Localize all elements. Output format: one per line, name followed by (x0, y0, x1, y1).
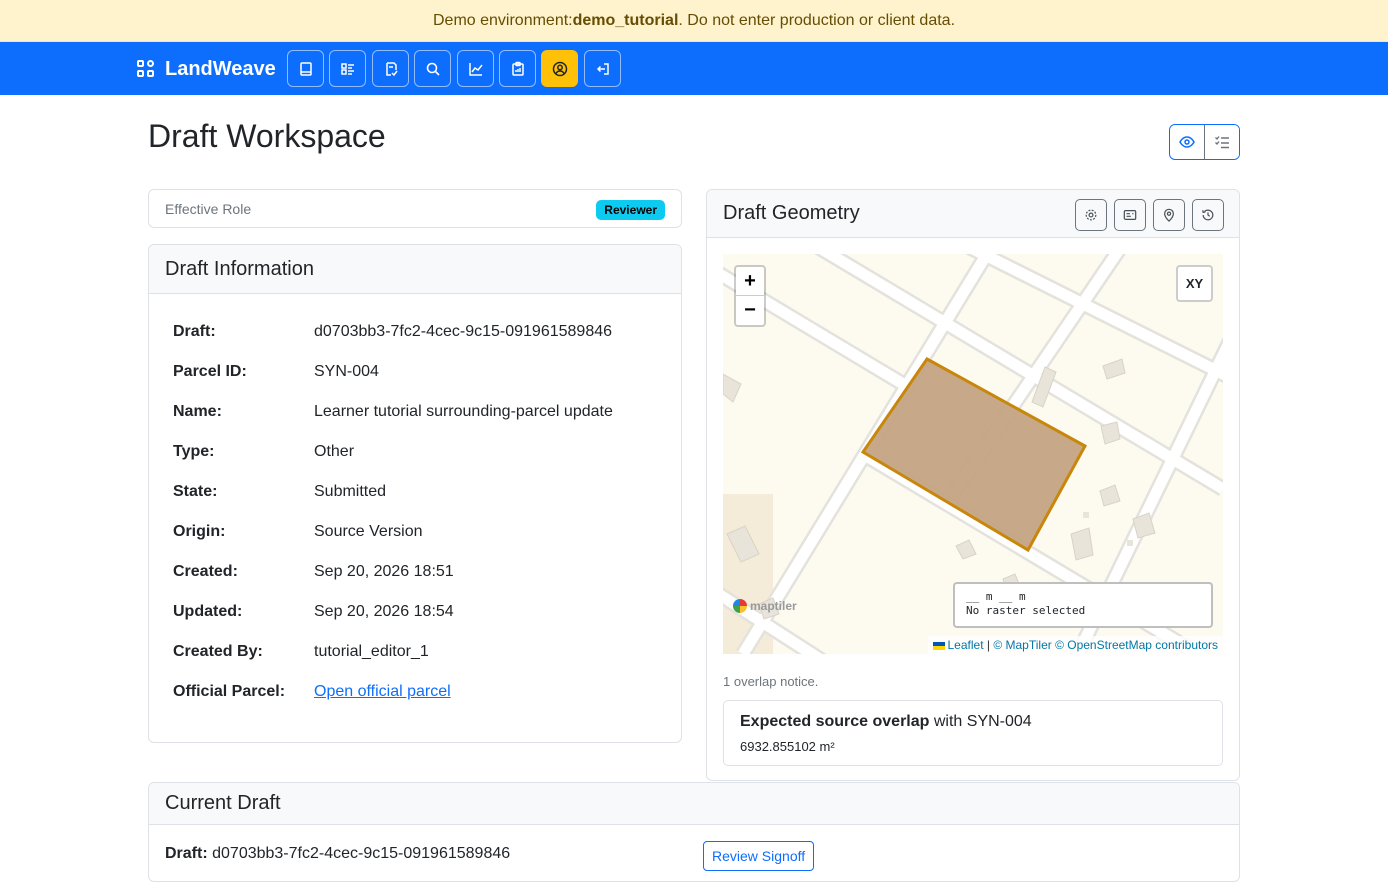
zoom-control: + − (734, 265, 766, 327)
effective-role-card: Effective Role Reviewer (148, 189, 682, 228)
draft-geometry-card: Draft Geometry + − XY __ m __ m No raste… (706, 189, 1240, 781)
info-label: Name: (173, 403, 222, 420)
effective-role-label: Effective Role (165, 201, 252, 217)
view-toggle-group (1169, 124, 1240, 160)
clipboard-icon (511, 61, 524, 76)
info-value: SYN-004 (314, 363, 379, 380)
map-view[interactable]: + − XY __ m __ m No raster selected mapt… (723, 254, 1223, 654)
current-draft-value: d0703bb3-7fc2-4cec-9c15-091961589846 (207, 845, 511, 862)
attribution-separator: | (983, 638, 994, 652)
id-card-icon (1123, 210, 1137, 220)
top-navbar: LandWeave (0, 42, 1388, 95)
info-label: State: (173, 483, 218, 500)
nav-button-book[interactable] (287, 50, 324, 87)
review-signoff-button[interactable]: Review Signoff (703, 841, 815, 871)
nav-button-user[interactable] (541, 50, 578, 87)
info-value: Learner tutorial surrounding-parcel upda… (314, 403, 613, 420)
info-label: Origin: (173, 523, 226, 540)
map-history-button[interactable] (1192, 199, 1224, 231)
banner-prefix: Demo environment: (432, 11, 573, 29)
overlap-area: 6932.855102 m² (740, 739, 835, 754)
info-value: Sep 20, 2026 18:54 (314, 603, 454, 620)
settings-icon (1085, 209, 1097, 221)
info-value: d0703bb3-7fc2-4cec-9c15-091961589846 (314, 323, 613, 340)
openstreetmap-link[interactable]: © OpenStreetMap contributors (1055, 638, 1218, 652)
view-button[interactable] (1170, 125, 1205, 159)
info-label: Updated: (173, 603, 243, 620)
zoom-out-button[interactable]: − (736, 296, 764, 325)
checklist-icon (1215, 136, 1229, 149)
map-attribution: Leaflet | © MapTiler © OpenStreetMap con… (927, 636, 1223, 654)
info-label: Official Parcel: (173, 683, 286, 700)
raster-status: No raster selected (966, 604, 1086, 617)
overlap-title-line: Expected source overlap with SYN-004 (740, 713, 1032, 731)
info-value: Other (314, 443, 355, 460)
search-icon (426, 62, 440, 76)
overlap-notice: Expected source overlap with SYN-004 693… (723, 700, 1223, 766)
xy-toggle-button[interactable]: XY (1176, 265, 1213, 302)
book-icon (299, 61, 312, 76)
maptiler-logo-text: maptiler (750, 599, 797, 613)
info-value: Sep 20, 2026 18:51 (314, 563, 454, 580)
history-icon (1202, 209, 1214, 221)
banner-suffix: . Do not enter production or client data… (678, 11, 956, 29)
maptiler-logo[interactable]: maptiler (733, 599, 797, 613)
zoom-in-button[interactable]: + (736, 267, 764, 296)
nav-button-logout[interactable] (584, 50, 621, 87)
draft-information-card: Draft Information Draft: d0703bb3-7fc2-4c… (148, 244, 682, 743)
current-draft-card: Current Draft Draft: d0703bb3-7fc2-4cec-… (148, 782, 1240, 882)
maptiler-logo-icon (733, 599, 747, 613)
overlap-title: Expected source overlap (740, 713, 930, 730)
info-label: Created By: (173, 643, 263, 660)
brand-link[interactable]: LandWeave (137, 56, 276, 82)
nav-button-clipboard[interactable] (499, 50, 536, 87)
maptiler-link[interactable]: © MapTiler (993, 638, 1051, 652)
info-value: Submitted (314, 483, 387, 500)
info-label: Type: (173, 443, 215, 460)
map-settings-button[interactable] (1075, 199, 1107, 231)
logout-icon (596, 62, 609, 75)
overlap-count: 1 overlap notice. (723, 674, 819, 689)
coordinate-readout: __ m __ m No raster selected (953, 582, 1213, 628)
ukraine-flag-icon (932, 641, 945, 650)
map-pin-icon (1164, 208, 1174, 222)
user-circle-icon (552, 61, 567, 76)
info-value: tutorial_editor_1 (314, 643, 429, 660)
chart-icon (468, 62, 483, 76)
draft-information-header: Draft Information (149, 245, 681, 294)
nav-button-search[interactable] (414, 50, 451, 87)
current-draft-header: Current Draft (149, 783, 1239, 825)
open-official-parcel-link[interactable]: Open official parcel (314, 683, 451, 700)
overlap-with: with SYN-004 (929, 713, 1032, 730)
demo-environment-banner: Demo environment: demo_tutorial. Do not … (0, 0, 1388, 42)
info-label: Draft: (173, 323, 216, 340)
list-details-icon (340, 62, 354, 75)
page-title: Draft Workspace (148, 118, 386, 154)
coordinate-readout-value: __ m __ m (966, 590, 1026, 603)
nav-button-file-check[interactable] (372, 50, 409, 87)
checklist-button[interactable] (1205, 125, 1239, 159)
info-label: Created: (173, 563, 238, 580)
map-id-card-button[interactable] (1114, 199, 1146, 231)
banner-env-name: demo_tutorial (572, 11, 679, 29)
info-value: Source Version (314, 523, 423, 540)
file-check-icon (385, 61, 398, 76)
role-badge: Reviewer (596, 200, 665, 220)
current-draft-label: Draft: (165, 845, 208, 862)
eye-icon (1179, 136, 1195, 148)
grid-icon (137, 60, 155, 78)
leaflet-link[interactable]: Leaflet (948, 638, 984, 652)
map-pin-button[interactable] (1153, 199, 1185, 231)
info-label: Parcel ID: (173, 363, 247, 380)
nav-button-list-details[interactable] (329, 50, 366, 87)
brand-name: LandWeave (165, 57, 276, 80)
current-draft-line: Draft: d0703bb3-7fc2-4cec-9c15-091961589… (165, 845, 510, 863)
nav-button-chart[interactable] (457, 50, 494, 87)
